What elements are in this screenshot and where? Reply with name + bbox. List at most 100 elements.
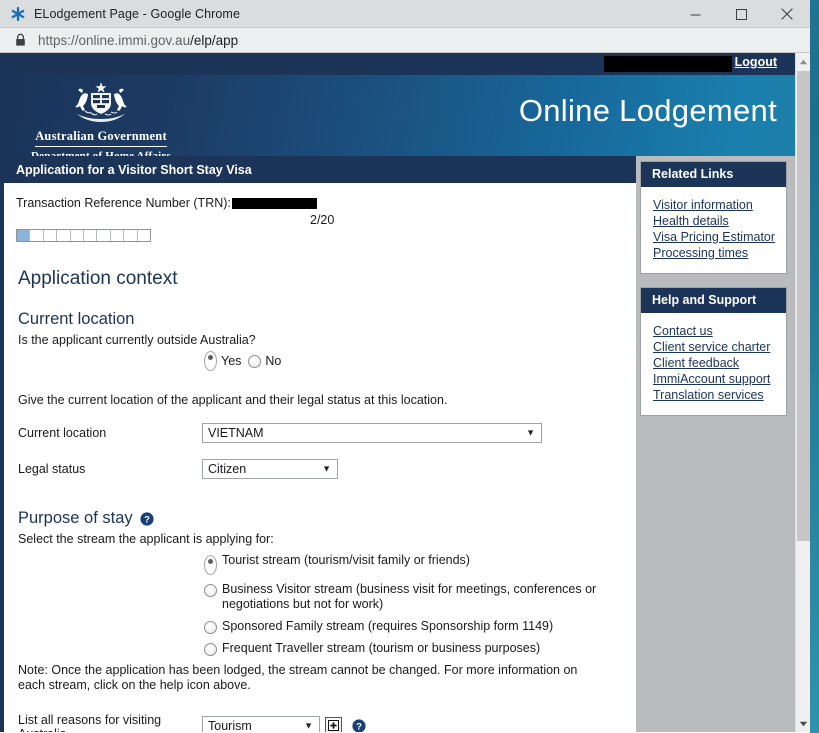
link-client-service-charter[interactable]: Client service charter <box>653 340 786 355</box>
radio-tourist-icon[interactable] <box>204 555 217 575</box>
svg-text:?: ? <box>356 721 362 732</box>
progress-cell <box>97 230 111 241</box>
australian-coat-of-arms-crest: Australian Government Department of Home… <box>16 81 186 156</box>
progress-cell <box>111 230 125 241</box>
coat-of-arms-icon <box>75 82 127 122</box>
sidebar: Related Links Visitor information Health… <box>636 156 795 732</box>
stream-option-business-visitor[interactable]: Business Visitor stream (business visit … <box>204 582 622 612</box>
progress-cell <box>30 230 44 241</box>
current-location-value: VIETNAM <box>208 426 264 440</box>
logout-link[interactable]: Logout <box>735 55 777 69</box>
close-icon[interactable] <box>764 0 810 28</box>
url-origin: https://online.immi.gov.au <box>38 32 191 48</box>
scroll-down-arrow-icon[interactable] <box>796 715 810 732</box>
radio-no-label: No <box>265 354 282 368</box>
location-lead-text: Give the current location of the applica… <box>18 393 448 407</box>
page-title: Application context <box>18 268 178 289</box>
current-location-field: Current location VIETNAM ▼ <box>16 423 622 443</box>
add-reason-button[interactable] <box>325 717 342 732</box>
legal-status-field: Legal status Citizen ▼ <box>16 459 622 479</box>
scrollbar-thumb[interactable] <box>797 71 810 541</box>
page-scrollbar[interactable] <box>795 53 810 732</box>
username-redacted <box>604 56 732 72</box>
current-location-select[interactable]: VIETNAM ▼ <box>202 423 542 443</box>
window-controls <box>672 0 810 28</box>
maximize-icon[interactable] <box>718 0 764 28</box>
stream-option-frequent-traveller[interactable]: Frequent Traveller stream (tourism or bu… <box>204 641 622 656</box>
reasons-help-icon[interactable]: ? <box>352 718 366 732</box>
progress-bar <box>16 229 151 242</box>
stream-option-tourist[interactable]: Tourist stream (tourism/visit family or … <box>204 553 622 575</box>
radio-frequent-icon[interactable] <box>204 643 217 656</box>
reasons-field: List all reasons for visiting Australia … <box>16 710 622 732</box>
trn-label: Transaction Reference Number (TRN): <box>16 196 231 210</box>
chrome-asterisk-icon <box>10 6 26 22</box>
current-location-heading-label: Current location <box>18 310 135 328</box>
help-icon[interactable]: ? <box>140 511 154 526</box>
page-viewport: Logout Australian Government Department … <box>0 53 810 732</box>
reasons-value: Tourism <box>208 718 252 733</box>
trn-row: Transaction Reference Number (TRN): <box>16 196 622 210</box>
stream-frequent-label: Frequent Traveller stream (tourism or bu… <box>222 641 541 655</box>
browser-title-bar: ELodgement Page - Google Chrome <box>0 0 810 28</box>
legal-status-select[interactable]: Citizen ▼ <box>202 459 338 479</box>
link-immiaccount-support[interactable]: ImmiAccount support <box>653 372 786 387</box>
link-visitor-information[interactable]: Visitor information <box>653 198 786 213</box>
trn-value-redacted <box>231 197 317 209</box>
plus-icon <box>328 720 339 731</box>
panel-related-links: Related Links Visitor information Health… <box>640 161 787 274</box>
site-header: Logout Australian Government Department … <box>0 53 795 156</box>
address-bar-url: https://online.immi.gov.au/elp/app <box>38 33 238 48</box>
government-line: Australian Government <box>35 129 167 147</box>
purpose-of-stay-heading: Purpose of stay ? <box>18 509 622 528</box>
link-translation-services[interactable]: Translation services <box>653 388 786 403</box>
legal-status-label: Legal status <box>18 462 86 476</box>
stream-radio-group: Tourist stream (tourism/visit family or … <box>16 553 622 656</box>
reasons-label: List all reasons for visiting Australia <box>18 713 162 732</box>
chevron-down-icon: ▼ <box>526 427 535 438</box>
link-contact-us[interactable]: Contact us <box>653 324 786 339</box>
web-page: Logout Australian Government Department … <box>0 53 795 732</box>
progress-cell <box>124 230 138 241</box>
minimize-icon[interactable] <box>672 0 718 28</box>
radio-option-yes[interactable]: Yes <box>204 351 241 371</box>
chevron-down-icon: ▼ <box>322 463 331 474</box>
chrome-browser-window: ELodgement Page - Google Chrome https://… <box>0 0 810 733</box>
progress-cell <box>17 230 31 241</box>
stream-note: Note: Once the application has been lodg… <box>18 663 578 692</box>
radio-option-no[interactable]: No <box>248 354 281 368</box>
screen: ELodgement Page - Google Chrome https://… <box>0 0 819 733</box>
radio-no-icon[interactable] <box>248 354 262 368</box>
progress-counter: 2/20 <box>310 213 335 227</box>
current-location-heading: Current location <box>18 310 622 329</box>
radio-yes-label: Yes <box>221 354 242 368</box>
stream-business-label: Business Visitor stream (business visit … <box>222 582 597 611</box>
outside-australia-radio-group: Yes No <box>204 351 622 371</box>
page-body: Application for a Visitor Short Stay Vis… <box>0 156 795 732</box>
progress-cell <box>84 230 98 241</box>
svg-text:?: ? <box>144 514 150 525</box>
lock-icon <box>14 33 27 47</box>
link-visa-pricing-estimator[interactable]: Visa Pricing Estimator <box>653 230 786 245</box>
current-location-label: Current location <box>18 426 107 440</box>
main-content-column: Application for a Visitor Short Stay Vis… <box>0 156 636 732</box>
reasons-select[interactable]: Tourism ▼ <box>202 715 320 733</box>
related-links-list: Visitor information Health details Visa … <box>641 187 786 273</box>
purpose-of-stay-heading-label: Purpose of stay <box>18 509 133 527</box>
radio-sponsored-icon[interactable] <box>204 621 217 634</box>
link-client-feedback[interactable]: Client feedback <box>653 356 786 371</box>
progress-cell <box>57 230 71 241</box>
radio-yes-icon[interactable] <box>204 351 217 371</box>
help-support-title: Help and Support <box>641 288 786 313</box>
scroll-up-arrow-icon[interactable] <box>796 53 810 70</box>
stream-tourist-label: Tourist stream (tourism/visit family or … <box>222 553 470 567</box>
browser-window-title: ELodgement Page - Google Chrome <box>34 6 240 21</box>
site-brand-title: Online Lodgement <box>518 93 777 128</box>
browser-address-bar[interactable]: https://online.immi.gov.au/elp/app <box>0 28 810 53</box>
stream-option-sponsored-family[interactable]: Sponsored Family stream (requires Sponso… <box>204 619 622 634</box>
related-links-title: Related Links <box>641 162 786 187</box>
link-health-details[interactable]: Health details <box>653 214 786 229</box>
radio-business-icon[interactable] <box>204 584 217 597</box>
panel-help-and-support: Help and Support Contact us Client servi… <box>640 287 787 416</box>
link-processing-times[interactable]: Processing times <box>653 246 786 261</box>
